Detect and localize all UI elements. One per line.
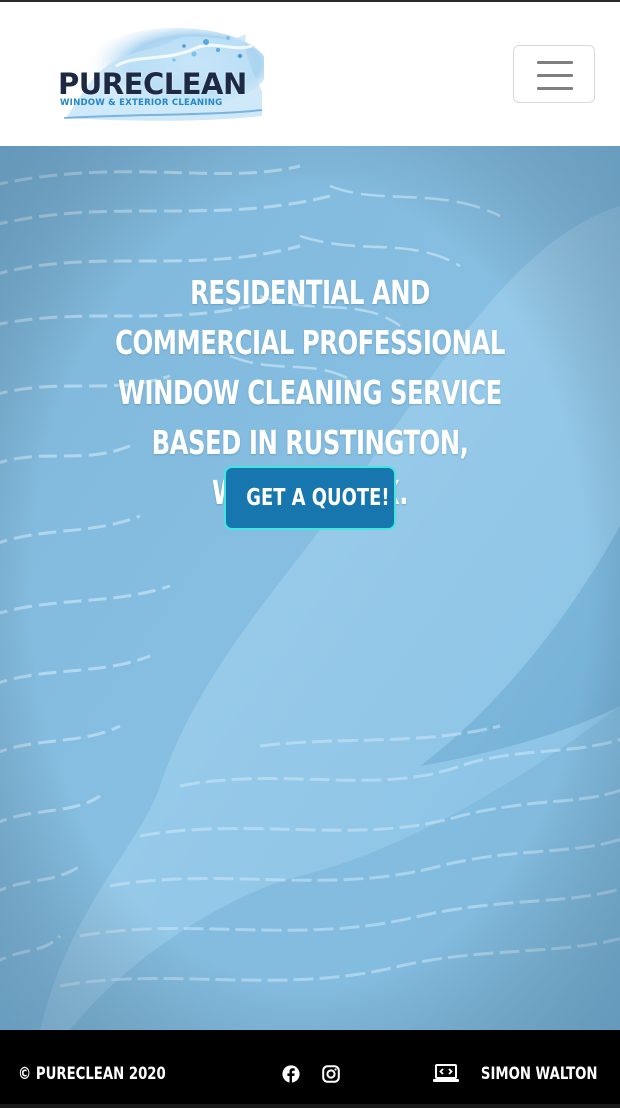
developer-credit-link[interactable]: Simon Walton: [432, 1062, 598, 1086]
instagram-icon: [322, 1065, 340, 1083]
logo-wordmark: PURECLEAN: [58, 67, 247, 101]
instagram-link[interactable]: [321, 1064, 341, 1084]
hamburger-menu-button[interactable]: [513, 45, 595, 103]
footer: © PureClean 2020 Simon Walton: [0, 1030, 620, 1108]
hero-section: Residential and Commercial Professional …: [0, 146, 620, 1030]
bottom-border: [0, 1104, 620, 1108]
logo-tagline: WINDOW & EXTERIOR CLEANING: [60, 98, 223, 108]
page: PURECLEAN WINDOW & EXTERIOR CLEANING RES…: [0, 0, 620, 1108]
logo[interactable]: PURECLEAN WINDOW & EXTERIOR CLEANING: [56, 26, 264, 126]
get-quote-button[interactable]: Get a Quote!: [224, 466, 396, 530]
facebook-link[interactable]: [281, 1064, 301, 1084]
navbar: PURECLEAN WINDOW & EXTERIOR CLEANING: [0, 2, 620, 146]
laptop-code-icon: [433, 1064, 460, 1082]
facebook-icon: [282, 1065, 300, 1083]
developer-name: Simon Walton: [481, 1064, 598, 1084]
get-quote-label: Get a Quote!: [246, 485, 390, 511]
copyright-text: © PureClean 2020: [18, 1064, 166, 1084]
